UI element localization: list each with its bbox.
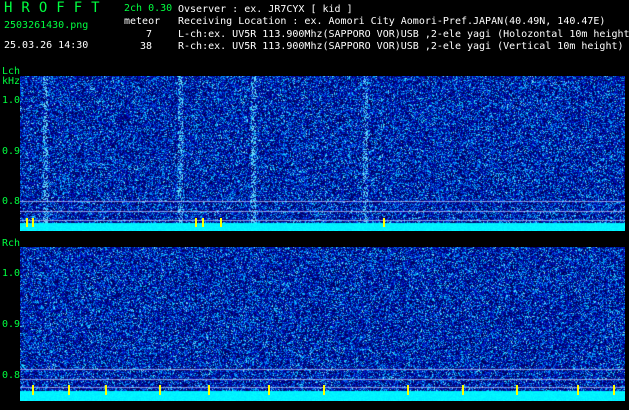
rch-meteor-marker — [612, 385, 615, 395]
rch-ytick-2: 0.9 — [2, 319, 21, 330]
rch-meteor-marker — [576, 385, 579, 395]
lch-ytick-3: 0.8 — [2, 196, 21, 207]
rch-meteor-marker — [268, 385, 271, 395]
app-title: HROFFT — [4, 0, 109, 16]
lch-spectrogram — [20, 76, 625, 231]
rch-meteor-marker — [461, 385, 464, 395]
lch-unit-label: kHz — [2, 76, 21, 87]
meteor-count-lch: 7 — [145, 29, 152, 40]
rch-meteor-marker — [104, 385, 107, 395]
datetime-label: 25.03.26 14:30 — [4, 40, 89, 51]
lch-meteor-marker — [195, 218, 198, 227]
rch-meteor-marker — [32, 385, 35, 395]
version-label: 2ch 0.30 — [124, 3, 173, 14]
lch-meteor-marker — [201, 218, 204, 227]
rch-meteor-marker — [322, 385, 325, 395]
lch-meteor-marker — [32, 218, 35, 227]
rch-meteor-marker — [159, 385, 162, 395]
rch-receiver-info: R-ch:ex. UV5R 113.900Mhz(SAPPORO VOR)USB… — [178, 41, 624, 52]
lch-meteor-marker — [219, 218, 222, 227]
filename-label: 2503261430.png — [4, 20, 89, 31]
lch-ytick-1: 1.0 — [2, 95, 21, 106]
rch-ytick-3: 0.8 — [2, 370, 21, 381]
lch-meteor-marker — [26, 218, 29, 227]
lch-receiver-info: L-ch:ex. UV5R 113.900Mhz(SAPPORO VOR)USB… — [178, 29, 629, 40]
location-info: Receiving Location : ex. Aomori City Aom… — [178, 16, 606, 27]
rch-ytick-1: 1.0 — [2, 268, 21, 279]
rch-meteor-marker — [68, 385, 71, 395]
meteor-count-rch: 38 — [139, 41, 152, 52]
observer-info: Ovserver : ex. JR7CYX [ kid ] — [178, 4, 353, 15]
rch-label: Rch — [2, 238, 21, 249]
meteor-label: meteor — [124, 16, 161, 27]
rch-meteor-marker — [407, 385, 410, 395]
rch-meteor-marker — [207, 385, 210, 395]
lch-meteor-marker — [383, 218, 385, 227]
rch-meteor-marker — [516, 385, 519, 395]
rch-spectrogram — [20, 247, 625, 401]
lch-ytick-2: 0.9 — [2, 146, 21, 157]
